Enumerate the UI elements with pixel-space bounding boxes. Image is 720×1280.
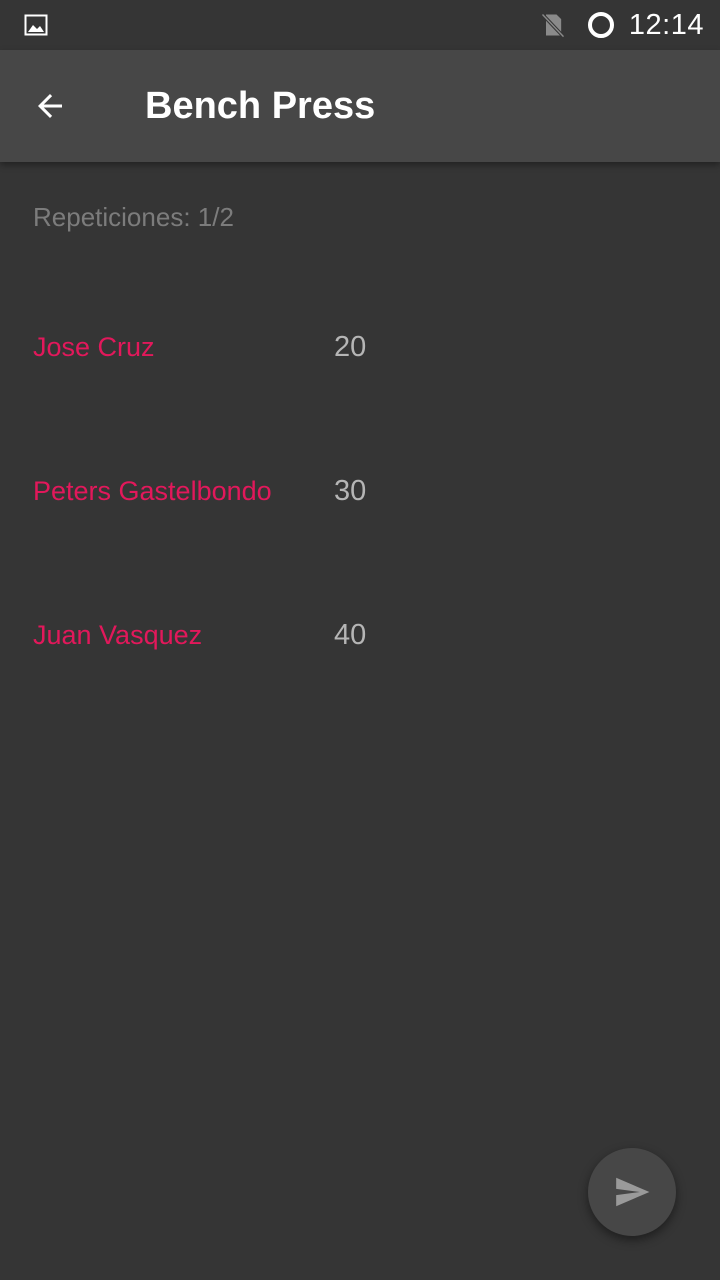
back-button[interactable] <box>22 78 78 134</box>
loading-circle-icon <box>587 12 614 38</box>
page-title: Bench Press <box>145 85 376 127</box>
no-sim-icon <box>541 13 565 38</box>
participant-value: 20 <box>334 331 367 363</box>
participant-name: Peters Gastelbondo <box>33 476 272 506</box>
send-button[interactable] <box>588 1148 676 1236</box>
send-icon <box>616 1177 650 1207</box>
image-icon <box>24 14 48 36</box>
participant-name: Juan Vasquez <box>33 620 203 650</box>
status-icons: 12:14 <box>539 0 704 50</box>
participant-name: Jose Cruz <box>33 332 155 362</box>
arrow-back-icon <box>38 94 62 118</box>
list-item[interactable]: Juan Vasquez 40 <box>0 605 720 665</box>
status-time: 12:14 <box>628 8 704 41</box>
reps-label: Repeticiones: 1/2 <box>33 202 234 232</box>
participant-value: 40 <box>334 619 367 651</box>
list-item[interactable]: Jose Cruz 20 <box>0 317 720 377</box>
status-bar: 12:14 <box>0 0 720 50</box>
list-item[interactable]: Peters Gastelbondo 30 <box>0 461 720 521</box>
participant-value: 30 <box>334 475 367 507</box>
screen: 12:14 Bench Press Repeticiones: 1/2 Jose… <box>0 0 720 1280</box>
app-bar: Bench Press <box>0 50 720 162</box>
